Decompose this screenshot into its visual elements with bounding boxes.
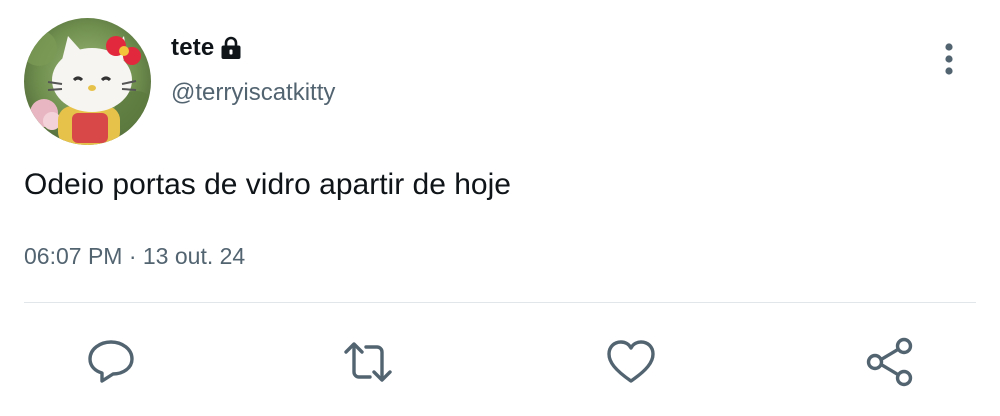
divider bbox=[24, 302, 976, 303]
reply-button[interactable] bbox=[85, 336, 137, 388]
retweet-button[interactable] bbox=[342, 336, 394, 388]
retweet-icon bbox=[344, 342, 392, 382]
more-vertical-icon bbox=[945, 43, 953, 75]
share-button[interactable] bbox=[864, 336, 916, 388]
more-options-button[interactable] bbox=[934, 40, 964, 80]
hello-kitty-avatar-image bbox=[24, 18, 151, 145]
author-name-row: tete bbox=[171, 33, 242, 63]
share-icon bbox=[866, 337, 913, 387]
heart-icon bbox=[607, 340, 655, 383]
tweet-text: Odeio portas de vidro apartir de hoje bbox=[24, 168, 511, 201]
reply-icon bbox=[88, 340, 134, 383]
display-name[interactable]: tete bbox=[171, 34, 214, 62]
avatar[interactable] bbox=[24, 18, 151, 145]
tweet-card: tete @terryiscatkitty Odeio portas de vi… bbox=[0, 0, 1000, 416]
tweet-timestamp[interactable]: 06:07 PM · 13 out. 24 bbox=[24, 243, 245, 270]
lock-icon bbox=[220, 36, 242, 60]
like-button[interactable] bbox=[605, 336, 657, 388]
author-handle[interactable]: @terryiscatkitty bbox=[171, 79, 335, 107]
